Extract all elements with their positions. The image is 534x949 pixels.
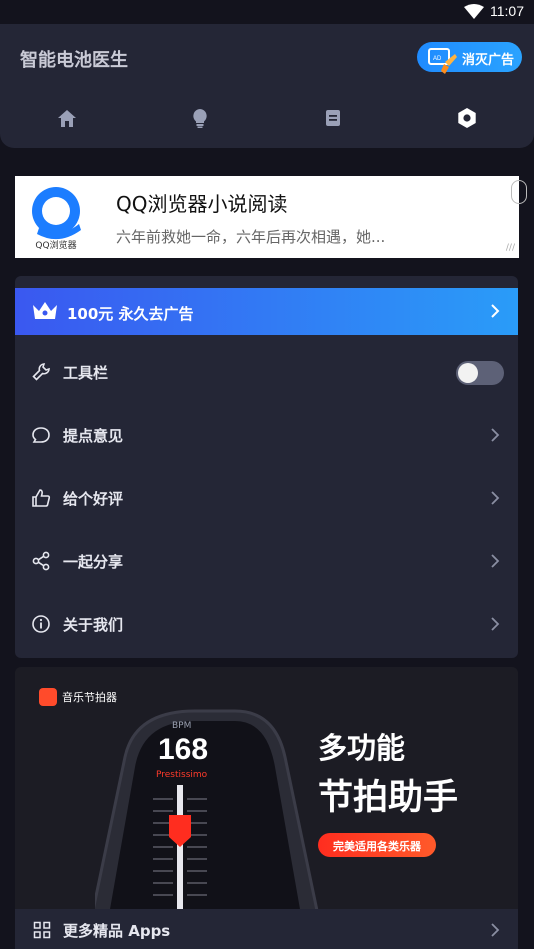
- menu-item-label: 提点意见: [63, 427, 124, 445]
- thumbs-up-icon: [32, 489, 51, 507]
- menu-item-label: 一起分享: [63, 553, 124, 571]
- remove-ads-label: 消灭广告: [462, 53, 515, 68]
- crown-icon: [33, 302, 57, 319]
- ad-description: 六年前救她一命，六年后再次相遇，她...: [116, 228, 386, 246]
- remove-ads-button[interactable]: AD 消灭广告: [417, 42, 522, 74]
- bottom-nav-tabs: [0, 96, 534, 140]
- menu-item-share[interactable]: 一起分享: [15, 530, 518, 593]
- chevron-right-icon: [491, 491, 500, 505]
- chevron-right-icon: [491, 428, 500, 442]
- chevron-right-icon: [491, 617, 500, 631]
- toggle-knob: [458, 363, 478, 383]
- settings-menu: 100元 永久去广告 工具栏 提点意见 给个好评 一起分享 关于我们: [15, 276, 518, 658]
- app-title: 智能电池医生: [20, 50, 128, 71]
- menu-item-rate[interactable]: 给个好评: [15, 467, 518, 530]
- menu-item-label: 关于我们: [63, 616, 124, 634]
- tab-tips[interactable]: [170, 96, 230, 140]
- status-time: 11:07: [490, 3, 524, 19]
- chat-bubble-icon: [32, 427, 50, 443]
- share-icon: [32, 551, 50, 571]
- promo-headline-1: 多功能: [318, 731, 406, 765]
- menu-item-label: 工具栏: [63, 364, 109, 382]
- home-icon: [58, 110, 76, 127]
- tab-settings[interactable]: [437, 96, 497, 140]
- chevron-right-icon: [491, 554, 500, 568]
- ad-headline: QQ浏览器小说阅读: [116, 192, 288, 216]
- toolbar-toggle[interactable]: [456, 361, 504, 385]
- info-icon: [32, 615, 50, 633]
- metronome-promo-card[interactable]: 音乐节拍器 BPM 168 Prestissimo 多功能 节拍助手 完美适用各…: [15, 667, 518, 949]
- vip-remove-ads-row[interactable]: 100元 永久去广告: [15, 288, 518, 335]
- wifi-icon: [464, 4, 484, 19]
- menu-item-about[interactable]: 关于我们: [15, 593, 518, 656]
- note-icon: [326, 110, 340, 126]
- chevron-right-icon: [491, 304, 500, 318]
- menu-item-toolbar[interactable]: 工具栏: [15, 341, 518, 404]
- wrench-icon: [32, 363, 50, 381]
- more-apps-label: 更多精品 Apps: [63, 922, 171, 940]
- ad-close-icon[interactable]: [511, 180, 527, 204]
- remove-ads-icon: AD: [428, 48, 457, 74]
- tempo-name: Prestissimo: [156, 770, 208, 780]
- tab-home[interactable]: [37, 96, 97, 140]
- promo-tagline-pill: 完美适用各类乐器: [318, 833, 436, 857]
- bpm-label: BPM: [172, 721, 192, 731]
- ad-mark-icon: ///: [505, 243, 515, 253]
- metronome-app-icon: [39, 688, 57, 706]
- menu-item-feedback[interactable]: 提点意见: [15, 404, 518, 467]
- svg-text:AD: AD: [433, 56, 442, 62]
- more-apps-row[interactable]: 更多精品 Apps: [15, 909, 518, 949]
- promo-tagline: 完美适用各类乐器: [333, 840, 421, 853]
- chevron-right-icon: [491, 923, 500, 937]
- vip-label: 100元 永久去广告: [67, 305, 194, 323]
- ad-logo-text: QQ浏览器: [35, 241, 77, 251]
- status-bar: 11:07: [0, 0, 534, 24]
- bulb-icon: [193, 109, 207, 128]
- ad-banner[interactable]: QQ浏览器 QQ浏览器小说阅读 六年前救她一命，六年后再次相遇，她... ///: [15, 176, 527, 258]
- promo-app-name: 音乐节拍器: [62, 691, 117, 704]
- grid-icon: [33, 921, 51, 939]
- tab-notes[interactable]: [303, 96, 363, 140]
- settings-icon: [458, 108, 476, 128]
- promo-headline-2: 节拍助手: [318, 778, 459, 818]
- bpm-value: 168: [158, 733, 209, 766]
- menu-item-label: 给个好评: [63, 490, 124, 508]
- app-header: 智能电池医生 AD 消灭广告: [0, 24, 534, 148]
